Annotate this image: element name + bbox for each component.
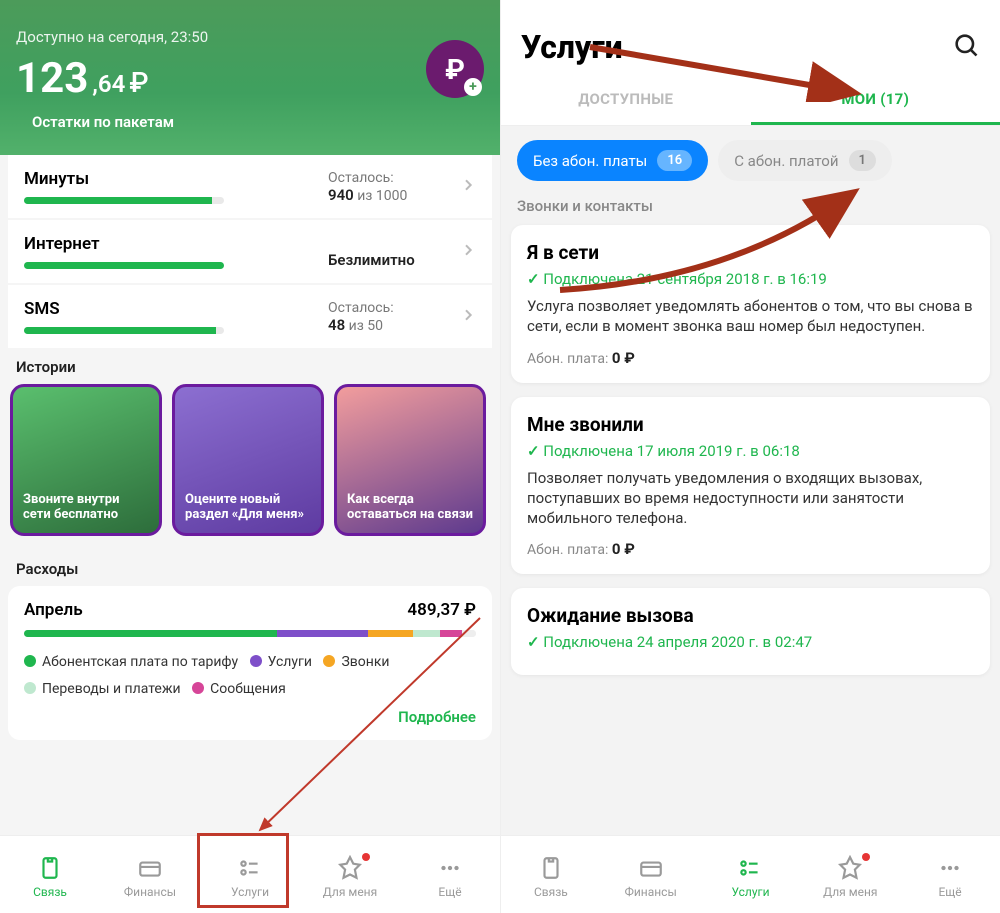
package-minutes[interactable]: Минуты Осталось:940 из 1000 xyxy=(8,155,492,218)
story-card[interactable]: Оцените новый раздел «Для меня» xyxy=(172,384,324,536)
page-title: Услуги xyxy=(521,28,623,66)
screen-home: Доступно на сегодня, 23:50 123 ,64 ₽ ₽ О… xyxy=(0,0,500,913)
pkg-remaining: Осталось:940 из 1000 xyxy=(328,170,448,204)
section-calls: Звонки и контакты xyxy=(517,197,984,215)
tab-finance[interactable]: Финансы xyxy=(100,855,200,899)
expenses-label: Расходы xyxy=(16,560,484,578)
expenses-card[interactable]: Апрель 489,37 ₽ Абонентская плата по тар… xyxy=(8,586,492,740)
pkg-remaining: Осталось:48 из 50 xyxy=(328,300,448,334)
more-link[interactable]: Подробнее xyxy=(24,708,476,726)
chevron-right-icon xyxy=(460,307,476,327)
story-card[interactable]: Звоните внутри сети бесплатно xyxy=(10,384,162,536)
service-card[interactable]: Я в сети Подключена 21 сентября 2018 г. … xyxy=(511,225,990,383)
svc-status: Подключена 24 апреля 2020 г. в 02:47 xyxy=(527,633,974,651)
tab-connection[interactable]: Связь xyxy=(501,855,601,899)
tab-more[interactable]: Ещё xyxy=(400,855,500,899)
exp-month: Апрель xyxy=(24,600,83,620)
chip-count: 1 xyxy=(849,150,876,171)
chevron-right-icon xyxy=(460,177,476,197)
pkg-remaining: Безлимитно xyxy=(328,235,448,269)
tab-forme[interactable]: Для меня xyxy=(300,855,400,899)
available-label: Доступно на сегодня, 23:50 xyxy=(16,28,484,46)
tab-services[interactable]: Услуги xyxy=(200,855,300,899)
chip-count: 16 xyxy=(657,150,692,171)
balance-cents: ,64 xyxy=(92,70,125,98)
svc-fee: Абон. плата: 0 ₽ xyxy=(527,349,974,367)
svc-title: Мне звонили xyxy=(527,413,974,436)
balance-header: Доступно на сегодня, 23:50 123 ,64 ₽ ₽ О… xyxy=(0,0,500,155)
exp-legend: Абонентская плата по тарифу Услуги Звонк… xyxy=(24,649,476,702)
svc-status: Подключена 21 сентября 2018 г. в 16:19 xyxy=(527,270,974,288)
chip-with-fee[interactable]: С абон. платой 1 xyxy=(718,140,892,181)
story-text: Звоните внутри сети бесплатно xyxy=(23,493,149,523)
chip-label: С абон. платой xyxy=(734,152,838,170)
tab-forme[interactable]: Для меня xyxy=(800,855,900,899)
svc-title: Ожидание вызова xyxy=(527,604,974,627)
service-card[interactable]: Ожидание вызова Подключена 24 апреля 202… xyxy=(511,588,990,675)
subtab-available[interactable]: ДОСТУПНЫЕ xyxy=(501,76,751,125)
subtabs: ДОСТУПНЫЕ МОИ (17) xyxy=(501,76,1000,126)
pkg-title: SMS xyxy=(24,299,316,319)
ruble-sign: ₽ xyxy=(129,66,148,99)
stories-label: Истории xyxy=(16,358,484,376)
svc-title: Я в сети xyxy=(527,241,974,264)
filter-chips: Без абон. платы 16 С абон. платой 1 xyxy=(501,126,1000,191)
tab-finance[interactable]: Финансы xyxy=(601,855,701,899)
stories-row: Звоните внутри сети бесплатно Оцените но… xyxy=(0,384,500,550)
svc-description: Позволяет получать уведомления о входящи… xyxy=(527,468,974,529)
subtab-my[interactable]: МОИ (17) xyxy=(751,76,1000,125)
balance-value[interactable]: 123 ,64 ₽ xyxy=(16,54,484,103)
tab-services[interactable]: Услуги xyxy=(701,855,801,899)
svc-description: Услуга позволяет уведомлять абонентов о … xyxy=(527,296,974,337)
service-card[interactable]: Мне звонили Подключена 17 июля 2019 г. в… xyxy=(511,397,990,575)
svc-fee: Абон. плата: 0 ₽ xyxy=(527,540,974,558)
chip-no-fee[interactable]: Без абон. платы 16 xyxy=(517,140,708,181)
screen-services: Услуги ДОСТУПНЫЕ МОИ (17) Без абон. плат… xyxy=(500,0,1000,913)
package-sms[interactable]: SMS Осталось:48 из 50 xyxy=(8,285,492,348)
notification-dot-icon xyxy=(362,853,370,861)
tab-more[interactable]: Ещё xyxy=(900,855,1000,899)
tab-connection[interactable]: Связь xyxy=(0,855,100,899)
exp-total: 489,37 ₽ xyxy=(407,600,476,620)
packages-label: Остатки по пакетам xyxy=(32,113,468,131)
story-card[interactable]: Как всегда оставаться на связи xyxy=(334,384,486,536)
topup-button[interactable]: ₽ xyxy=(426,40,484,98)
chip-label: Без абон. платы xyxy=(533,152,647,170)
balance-whole: 123 xyxy=(16,54,88,103)
chevron-right-icon xyxy=(460,242,476,262)
tabbar: Связь Финансы Услуги Для меня Ещё xyxy=(501,835,1000,913)
pkg-title: Интернет xyxy=(24,234,316,254)
story-text: Оцените новый раздел «Для меня» xyxy=(185,493,311,523)
story-text: Как всегда оставаться на связи xyxy=(347,493,473,523)
notification-dot-icon xyxy=(862,853,870,861)
tabbar: Связь Финансы Услуги Для меня Ещё xyxy=(0,835,500,913)
exp-bar xyxy=(24,630,476,637)
svc-status: Подключена 17 июля 2019 г. в 06:18 xyxy=(527,442,974,460)
search-button[interactable] xyxy=(952,31,980,63)
pkg-title: Минуты xyxy=(24,169,316,189)
package-internet[interactable]: Интернет Безлимитно xyxy=(8,220,492,283)
